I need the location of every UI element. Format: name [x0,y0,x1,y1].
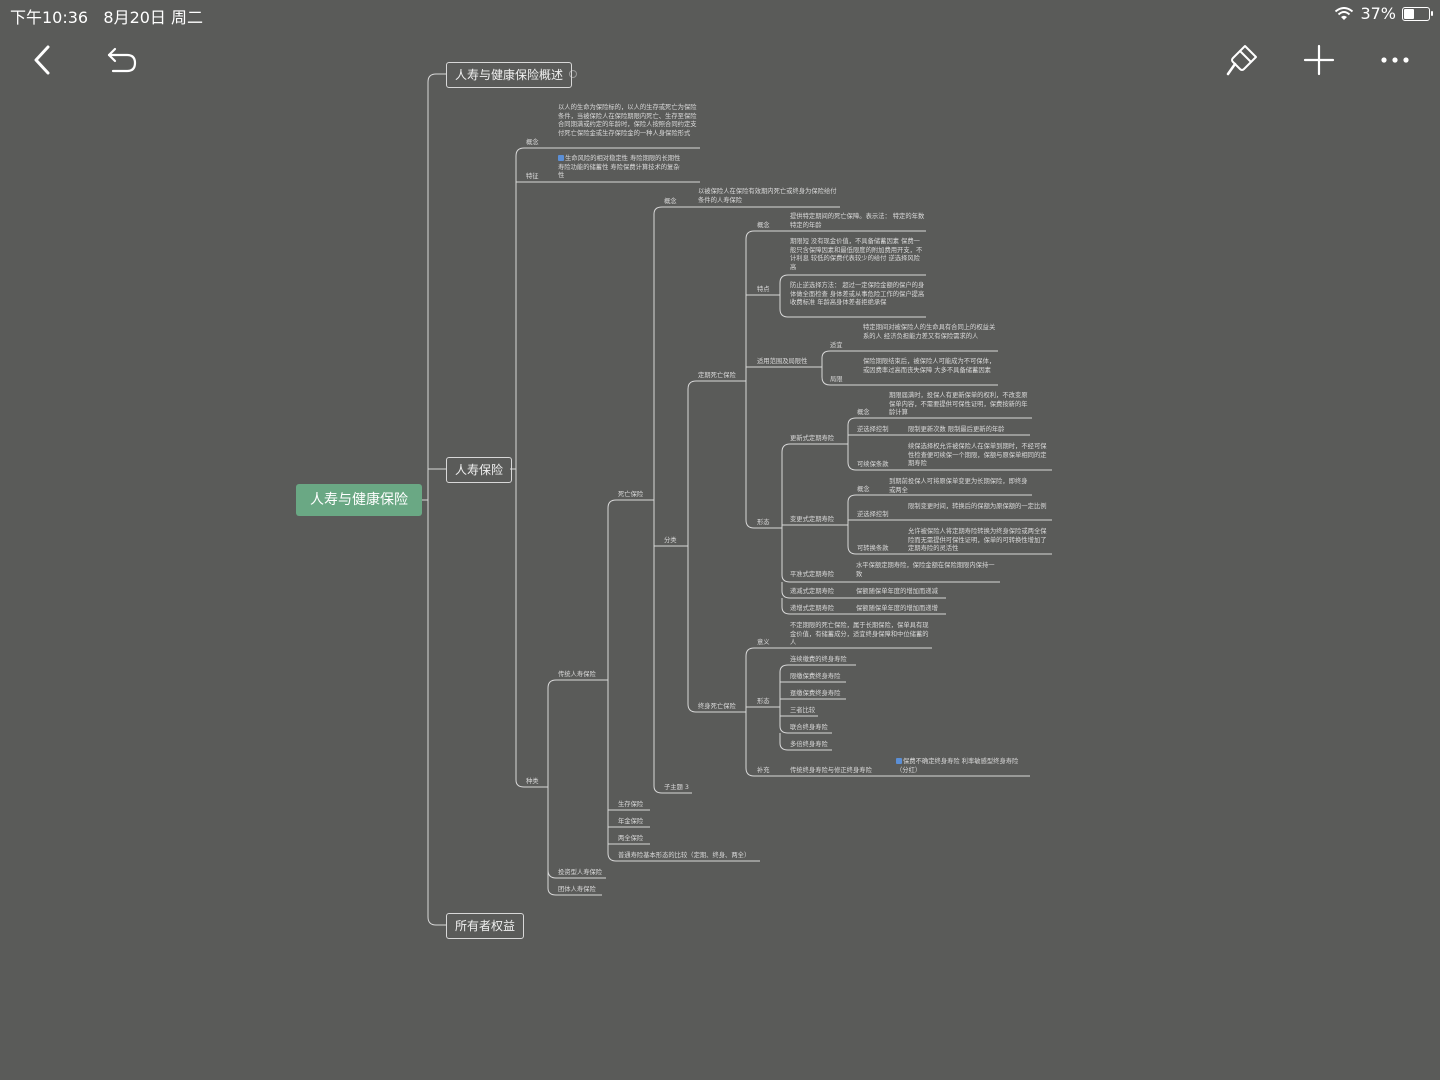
node-death-concept[interactable]: 概念 [664,198,677,207]
node-scope-limits[interactable]: 适用范围及局限性 [757,358,807,367]
node-whole-form-2[interactable]: 限缴保费终身寿险 [790,673,840,682]
node-concept[interactable]: 概念 [526,139,539,148]
node-renewable-term[interactable]: 更新式定期寿险 [790,435,834,444]
node-whole-meaning[interactable]: 意义 [757,639,770,648]
node-feature[interactable]: 特征 [526,173,539,182]
node-renewable-adverse-text[interactable]: 限制更新次数 限制最后更新的年龄 [908,426,1004,435]
node-characteristics-text-2[interactable]: 防止逆选择方法： 超过一定保险金额的保户的身体做全面检查 身体差或从事危险工作的… [790,282,926,308]
node-increasing-term[interactable]: 递增式定期寿险 [790,605,834,614]
node-renewable-clause-text[interactable]: 续保选择权允许被保险人在保单到期时，不经可保性检查便可续保一个期限，保额与原保单… [908,443,1052,469]
node-term-concept[interactable]: 概念 [757,222,770,231]
node-classification[interactable]: 分类 [664,537,677,546]
node-whole-meaning-text[interactable]: 不定期限的死亡保险，属于长期保险，保单具有现金价值，有储蓄成分，适宜终身保障和中… [790,622,932,648]
root-topic[interactable]: 人寿与健康保险 [296,484,422,516]
node-whole-forms[interactable]: 形态 [757,698,770,707]
topic-life-insurance[interactable]: 人寿保险 [446,457,513,483]
node-annuity-insurance[interactable]: 年金保险 [618,818,643,827]
node-limitation-text[interactable]: 保险期限结束后，被保险人可能成为不可保体，或因费率过高而丧失保障 大多不具备储蓄… [863,358,998,375]
node-level-term-text[interactable]: 水平保额定期寿险，保险金额在保险期限内保持一致 [856,562,1000,579]
mindmap-connectors [422,70,1052,926]
topic-owners-equity[interactable]: 所有者权益 [446,913,525,939]
node-convertible-adverse-text[interactable]: 限制变更时间，转换后的保额为原保额的一定比例 [908,503,1052,512]
note-icon [558,155,564,161]
node-decreasing-term-text[interactable]: 保额随保单年度的增加而递减 [856,588,938,597]
node-endowment-insurance[interactable]: 两全保险 [618,835,643,844]
node-renewable-adverse[interactable]: 逆选择控制 [857,426,888,435]
node-investment-life[interactable]: 投资型人寿保险 [558,869,602,878]
note-icon [896,758,902,764]
node-level-term[interactable]: 平准式定期寿险 [790,571,834,580]
node-suitable-text[interactable]: 特定期间对被保险人的生命具有合同上的权益关系的人 经济负担能力差又有保险需求的人 [863,324,998,341]
node-term-concept-text[interactable]: 提供特定期间的死亡保障。表示法： 特定的年数 特定的年龄 [790,213,926,230]
node-term-forms[interactable]: 形态 [757,519,770,528]
node-concept-text[interactable]: 以人的生命为保险标的，以人的生存或死亡为保险条件，当被保险人在保险期限内死亡、生… [558,104,700,138]
node-renewable-concept-text[interactable]: 期限届满时，投保人有更新保单的权利，不改变原保单内容，不需要提供可保性证明，保费… [889,392,1031,418]
node-death-concept-text[interactable]: 以被保险人在保险有效期内死亡或终身为保险给付条件的人寿保险 [698,188,840,205]
topic-overview[interactable]: 人寿与健康保险概述 [446,62,573,88]
node-characteristics[interactable]: 特点 [757,286,770,295]
node-convertible-term[interactable]: 变更式定期寿险 [790,516,834,525]
node-limitation[interactable]: 局限 [830,376,843,385]
node-renewable-clause[interactable]: 可续保条款 [857,461,888,470]
node-traditional-life[interactable]: 传统人寿保险 [558,671,596,680]
node-supplement-item[interactable]: 传统终身寿险与修正终身寿险 [790,767,872,776]
node-convertible-clause[interactable]: 可转换条款 [857,545,888,554]
node-death-insurance[interactable]: 死亡保险 [618,491,643,500]
supplement-text-content: 保费不确定终身寿险 利率敏感型终身寿险（分红） [896,758,1019,774]
node-survival-insurance[interactable]: 生存保险 [618,801,643,810]
node-renewable-concept[interactable]: 概念 [857,409,870,418]
node-supplement[interactable]: 补充 [757,767,770,776]
node-group-life[interactable]: 团体人寿保险 [558,886,596,895]
node-whole-form-3[interactable]: 趸缴保费终身寿险 [790,690,840,699]
node-term-death[interactable]: 定期死亡保险 [698,372,736,381]
node-whole-form-6[interactable]: 多倍终身寿险 [790,741,828,750]
node-feature-text[interactable]: 生命风险的相对稳定性 寿险期限的长期性 寿险功能的储蓄性 寿险保费计算技术的复杂… [558,155,684,181]
node-supplement-text[interactable]: 保费不确定终身寿险 利率敏感型终身寿险（分红） [896,758,1030,775]
node-whole-form-4[interactable]: 三者比较 [790,707,815,716]
feature-text-content: 生命风险的相对稳定性 寿险期限的长期性 寿险功能的储蓄性 寿险保费计算技术的复杂… [558,155,681,180]
node-increasing-term-text[interactable]: 保额随保单年度的增加而递增 [856,605,938,614]
node-convertible-concept-text[interactable]: 到期前投保人可将原保单变更为长期保险，即终身或两全 [889,478,1031,495]
node-types[interactable]: 种类 [526,778,539,787]
node-convertible-adverse[interactable]: 逆选择控制 [857,511,888,520]
node-convertible-concept[interactable]: 概念 [857,486,870,495]
node-suitable[interactable]: 适宜 [830,342,843,351]
node-convertible-clause-text[interactable]: 允许被保险人将定期寿险转换为终身保险或两全保险而无需提供可保性证明，保单的可转换… [908,528,1052,554]
node-basic-forms-comparison[interactable]: 普通寿险基本形态的比较（定期、终身、两全） [618,852,750,861]
node-characteristics-text-1[interactable]: 期限短 没有现金价值，不具备储蓄因素 保费一般只含保障因素和最低限度的附加费用开… [790,238,926,272]
node-whole-form-5[interactable]: 联合终身寿险 [790,724,828,733]
node-decreasing-term[interactable]: 递减式定期寿险 [790,588,834,597]
node-subtopic-3[interactable]: 子主题 3 [664,784,689,793]
node-whole-life[interactable]: 终身死亡保险 [698,703,736,712]
node-whole-form-1[interactable]: 连续缴费的终身寿险 [790,656,847,665]
